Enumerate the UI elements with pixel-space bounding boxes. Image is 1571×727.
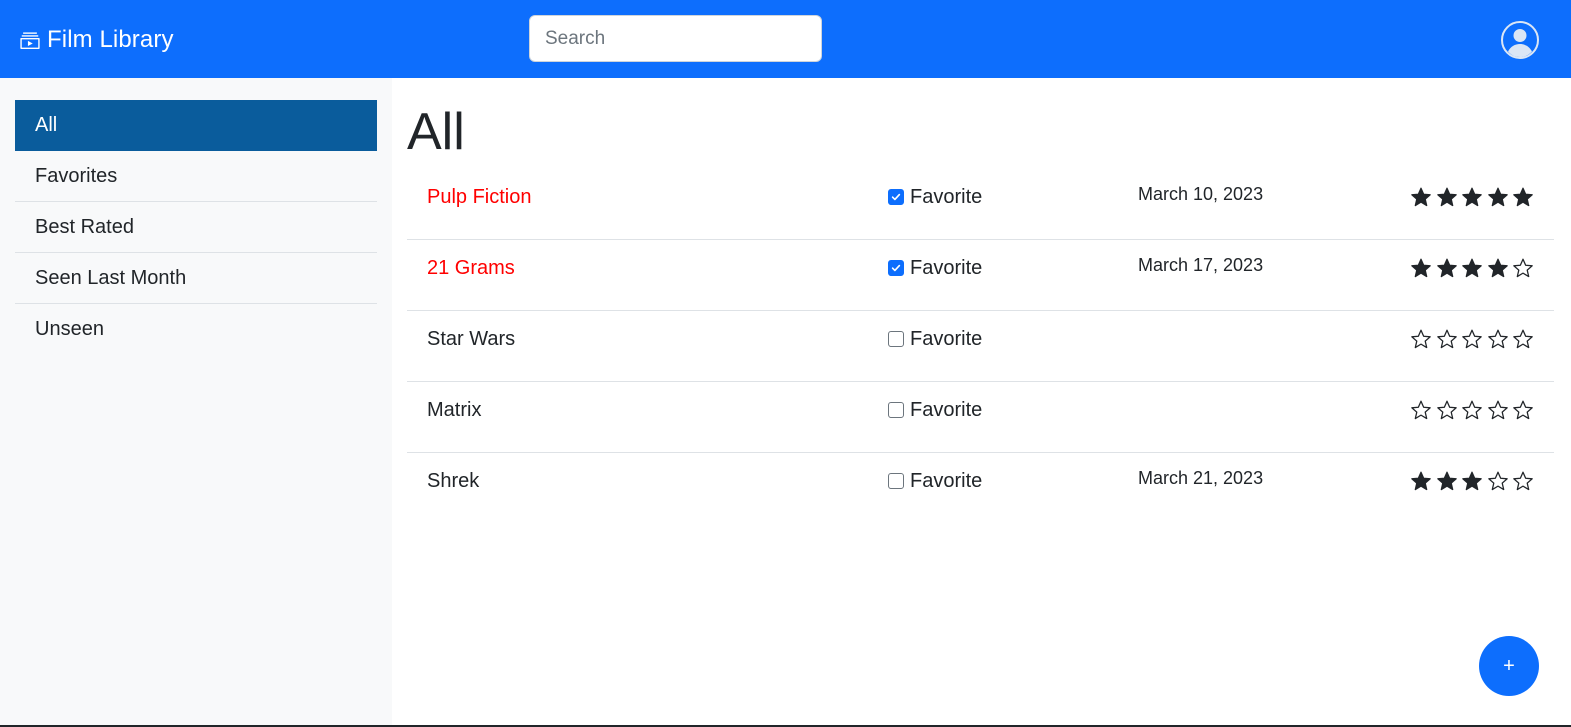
- sidebar-item-all[interactable]: All: [15, 100, 377, 151]
- favorite-label: Favorite: [910, 469, 983, 492]
- rating-stars: [1410, 398, 1538, 422]
- rating-stars: [1410, 469, 1538, 493]
- star-filled-icon[interactable]: [1487, 257, 1509, 279]
- favorite-toggle[interactable]: Favorite: [888, 256, 982, 280]
- film-title[interactable]: Star Wars: [427, 327, 515, 351]
- film-row: Shrek Favorite March 21, 2023: [407, 453, 1554, 524]
- film-row: Pulp Fiction Favorite March 10, 2023: [407, 169, 1554, 240]
- rating-stars: [1410, 185, 1538, 209]
- favorite-checkbox[interactable]: [888, 402, 904, 418]
- search-input[interactable]: [529, 15, 822, 62]
- star-outline-icon[interactable]: [1410, 399, 1432, 421]
- star-filled-icon[interactable]: [1487, 186, 1509, 208]
- rating-stars: [1410, 327, 1538, 351]
- star-filled-icon[interactable]: [1461, 186, 1483, 208]
- star-outline-icon[interactable]: [1436, 328, 1458, 350]
- sidebar-item-label: Best Rated: [35, 215, 134, 238]
- star-filled-icon[interactable]: [1461, 470, 1483, 492]
- favorite-toggle[interactable]: Favorite: [888, 327, 982, 351]
- sidebar-item-unseen[interactable]: Unseen: [15, 304, 377, 355]
- star-outline-icon[interactable]: [1461, 328, 1483, 350]
- sidebar-item-best-rated[interactable]: Best Rated: [15, 202, 377, 253]
- star-outline-icon[interactable]: [1487, 399, 1509, 421]
- sidebar-item-label: All: [35, 113, 58, 136]
- brand[interactable]: Film Library: [19, 24, 174, 56]
- watch-date: March 21, 2023: [1138, 468, 1264, 488]
- favorite-checkbox[interactable]: [888, 189, 904, 205]
- star-outline-icon[interactable]: [1487, 470, 1509, 492]
- star-outline-icon[interactable]: [1512, 257, 1534, 279]
- sidebar-item-label: Favorites: [35, 164, 118, 187]
- main-content: All Pulp Fiction Favorite March 10, 2023 21…: [392, 78, 1571, 727]
- sidebar-item-label: Seen Last Month: [35, 266, 187, 289]
- favorite-label: Favorite: [910, 256, 983, 279]
- favorite-label: Favorite: [910, 398, 983, 421]
- page-title: All: [407, 103, 465, 161]
- star-outline-icon[interactable]: [1410, 328, 1432, 350]
- app-title: Film Library: [47, 26, 174, 53]
- star-outline-icon[interactable]: [1512, 399, 1534, 421]
- sidebar-item-seen-last-month[interactable]: Seen Last Month: [15, 253, 377, 304]
- star-filled-icon[interactable]: [1410, 470, 1432, 492]
- filter-list: All Favorites Best Rated Seen Last Month…: [15, 100, 377, 355]
- favorite-checkbox[interactable]: [888, 473, 904, 489]
- film-row: Matrix Favorite: [407, 382, 1554, 453]
- favorite-checkbox[interactable]: [888, 260, 904, 276]
- favorite-checkbox[interactable]: [888, 331, 904, 347]
- star-filled-icon[interactable]: [1436, 257, 1458, 279]
- favorite-toggle[interactable]: Favorite: [888, 185, 982, 209]
- film-row: Star Wars Favorite: [407, 311, 1554, 382]
- star-outline-icon[interactable]: [1461, 399, 1483, 421]
- film-collection-icon: [20, 32, 40, 49]
- star-outline-icon[interactable]: [1487, 328, 1509, 350]
- star-filled-icon[interactable]: [1410, 257, 1432, 279]
- film-row: 21 Grams Favorite March 17, 2023: [407, 240, 1554, 311]
- top-navbar: Film Library: [0, 0, 1571, 78]
- star-filled-icon[interactable]: [1436, 186, 1458, 208]
- film-title[interactable]: 21 Grams: [427, 256, 515, 280]
- star-outline-icon[interactable]: [1436, 399, 1458, 421]
- film-list: Pulp Fiction Favorite March 10, 2023 21 Gra…: [407, 169, 1554, 524]
- watch-date: March 10, 2023: [1138, 184, 1264, 204]
- favorite-toggle[interactable]: Favorite: [888, 398, 982, 422]
- favorite-label: Favorite: [910, 327, 983, 350]
- sidebar-item-favorites[interactable]: Favorites: [15, 151, 377, 202]
- add-film-button[interactable]: +: [1479, 636, 1539, 696]
- star-outline-icon[interactable]: [1512, 470, 1534, 492]
- favorite-label: Favorite: [910, 185, 983, 208]
- sidebar: All Favorites Best Rated Seen Last Month…: [0, 78, 392, 727]
- star-filled-icon[interactable]: [1461, 257, 1483, 279]
- film-title[interactable]: Pulp Fiction: [427, 185, 532, 209]
- star-filled-icon[interactable]: [1410, 186, 1432, 208]
- film-title[interactable]: Matrix: [427, 398, 481, 422]
- film-title[interactable]: Shrek: [427, 469, 479, 493]
- star-filled-icon[interactable]: [1512, 186, 1534, 208]
- sidebar-item-label: Unseen: [35, 318, 104, 340]
- rating-stars: [1410, 256, 1538, 280]
- star-outline-icon[interactable]: [1512, 328, 1534, 350]
- user-circle-icon[interactable]: [1500, 20, 1540, 60]
- favorite-toggle[interactable]: Favorite: [888, 469, 982, 493]
- star-filled-icon[interactable]: [1436, 470, 1458, 492]
- watch-date: March 17, 2023: [1138, 255, 1264, 275]
